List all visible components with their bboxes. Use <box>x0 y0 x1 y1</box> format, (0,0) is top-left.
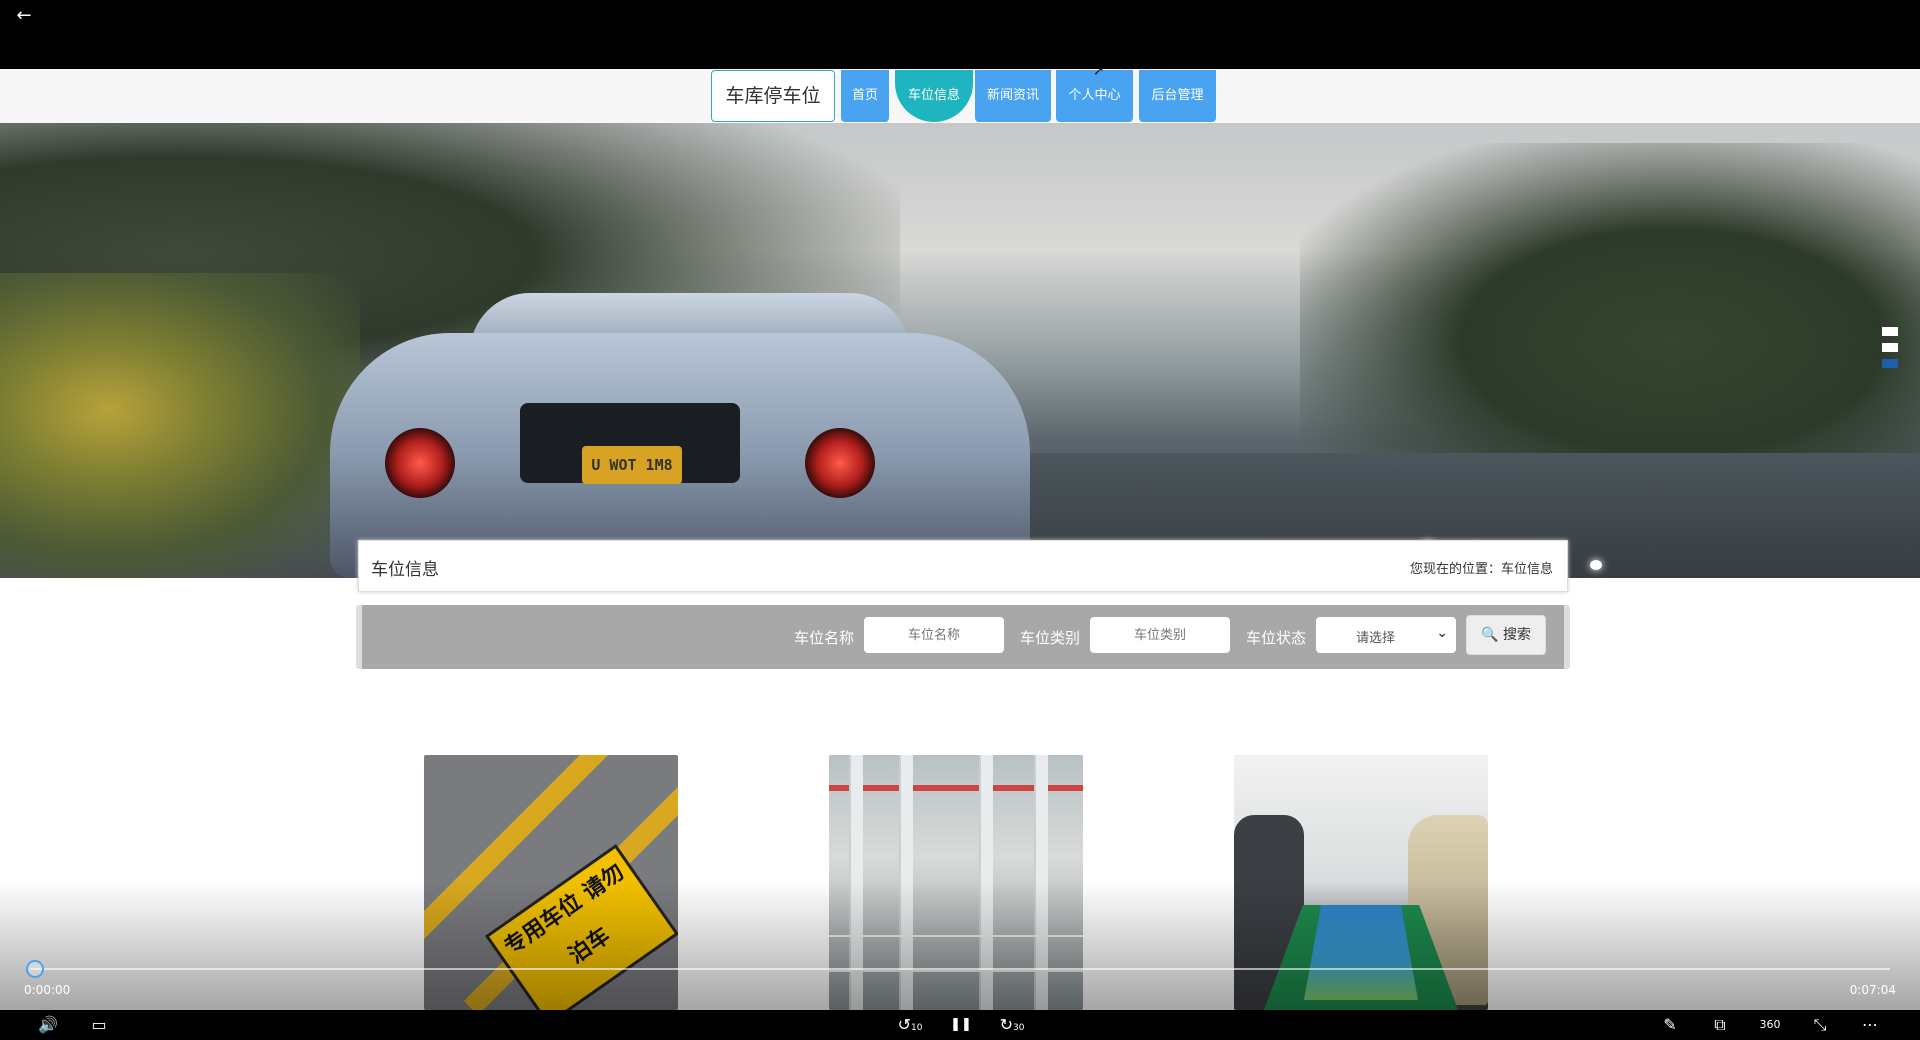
search-button-label: 搜索 <box>1502 627 1531 643</box>
search-bar: 车位名称 车位类别 车位状态 请选择 ⌄ 🔍 搜索 <box>356 605 1570 669</box>
nav-item-parking-info[interactable]: 车位信息 <box>895 70 973 122</box>
search-icon: 🔍 <box>1481 627 1499 643</box>
search-name-input[interactable] <box>864 617 1004 653</box>
more-icon[interactable]: ⋯ <box>1858 1014 1882 1036</box>
rewind-10-button[interactable]: ↺10 <box>897 1014 923 1036</box>
search-type-label: 车位类别 <box>1020 629 1081 647</box>
nav-item-home[interactable]: 首页 <box>841 70 889 122</box>
top-navigation: 车库停车位 首页 车位信息 新闻资讯 个人中心 后台管理 ➚ <box>0 69 1920 123</box>
hero-yellow-bush <box>0 273 360 578</box>
volume-icon[interactable]: 🔊 <box>36 1014 60 1036</box>
breadcrumb: 车位信息 您现在的位置：车位信息 <box>358 540 1568 592</box>
carousel-dot-2[interactable] <box>1882 343 1898 352</box>
forward-icon: ↻ <box>999 1015 1013 1034</box>
search-status-value: 请选择 <box>1356 631 1396 646</box>
search-button[interactable]: 🔍 搜索 <box>1466 615 1546 655</box>
carousel-indicators <box>1882 327 1898 375</box>
search-status-select[interactable]: 请选择 ⌄ <box>1316 617 1456 653</box>
mouse-cursor-icon: ➚ <box>1093 69 1105 79</box>
car-license-plate: U WOT 1M8 <box>582 446 682 484</box>
road-light <box>1590 560 1602 570</box>
breadcrumb-location: 您现在的位置：车位信息 <box>1409 562 1553 577</box>
hero-trees-right <box>1300 143 1920 503</box>
forward-label: 30 <box>1012 1023 1025 1033</box>
player-top-bar: ← <box>0 0 1920 69</box>
page-title: 车位信息 <box>371 560 439 580</box>
nav-item-news[interactable]: 新闻资讯 <box>975 70 1051 122</box>
progress-bar[interactable] <box>30 968 1890 970</box>
search-type-input[interactable] <box>1090 617 1230 653</box>
forward-30-button[interactable]: ↻30 <box>997 1014 1027 1036</box>
rewind-icon: ↺ <box>897 1015 911 1034</box>
time-current: 0:00:00 <box>24 983 71 997</box>
carousel-dot-1[interactable] <box>1882 327 1898 336</box>
car-taillight-right <box>805 428 875 498</box>
chevron-down-icon: ⌄ <box>1436 625 1448 641</box>
hero-banner: U WOT 1M8 <box>0 123 1920 578</box>
progress-knob[interactable] <box>26 960 44 978</box>
view-360-icon[interactable]: 360 <box>1756 1014 1784 1036</box>
rewind-label: 10 <box>910 1023 923 1033</box>
pause-icon[interactable]: ❚❚ <box>950 1014 972 1036</box>
exit-fullscreen-icon[interactable]: ⤡ <box>1808 1014 1832 1036</box>
miniplayer-icon[interactable]: ⧉ <box>1708 1014 1732 1036</box>
back-arrow-icon[interactable]: ← <box>12 4 36 28</box>
car-taillight-left <box>385 428 455 498</box>
search-status-label: 车位状态 <box>1246 629 1307 647</box>
site-brand[interactable]: 车库停车位 <box>711 70 835 122</box>
subtitles-icon[interactable]: ▭ <box>87 1014 111 1036</box>
player-controls-overlay <box>0 880 1920 1010</box>
time-total: 0:07:04 <box>1849 983 1896 997</box>
pen-icon[interactable]: ✎ <box>1658 1014 1682 1036</box>
search-name-label: 车位名称 <box>794 629 855 647</box>
carousel-dot-3[interactable] <box>1882 359 1898 368</box>
nav-item-admin[interactable]: 后台管理 <box>1139 70 1216 122</box>
